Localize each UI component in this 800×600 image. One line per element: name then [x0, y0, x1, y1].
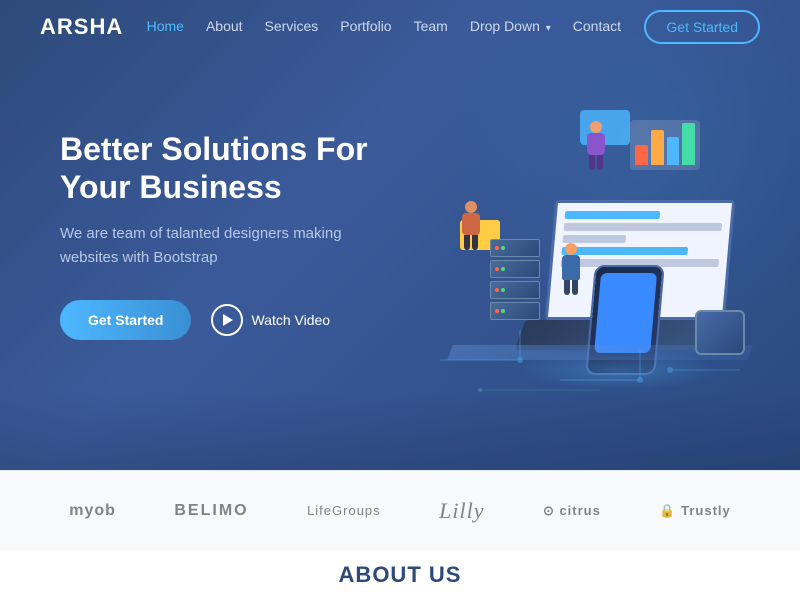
person-head-2 — [465, 201, 477, 213]
server-dot-red-3 — [495, 288, 499, 292]
hero-title: Better Solutions For Your Business — [60, 130, 380, 207]
person-figure-3 — [587, 121, 605, 170]
brand-lilly: Lilly — [439, 498, 484, 524]
hero-content: Better Solutions For Your Business We ar… — [0, 130, 380, 341]
nav-link-about[interactable]: About — [206, 18, 243, 34]
person-body-3 — [587, 133, 605, 155]
brand-myob: myob — [69, 502, 116, 520]
nav-item-contact[interactable]: Contact — [573, 18, 621, 36]
chart-bar-3 — [667, 137, 680, 165]
nav-item-services[interactable]: Services — [265, 18, 319, 36]
watch-video-label: Watch Video — [251, 312, 330, 328]
server-dot-green — [501, 246, 505, 250]
person-legs-1 — [564, 280, 578, 295]
server-dot-red-2 — [495, 267, 499, 271]
hero-subtitle: We are team of talanted designers making… — [60, 222, 380, 270]
server-unit-3 — [490, 281, 540, 299]
person-figure-2 — [462, 201, 480, 250]
get-started-button[interactable]: Get Started — [60, 300, 191, 340]
screen-bar-2 — [564, 223, 723, 231]
hero-section: Better Solutions For Your Business We ar… — [0, 0, 800, 470]
iso-scene — [380, 50, 800, 450]
chart-box — [630, 120, 700, 170]
nav-link-services[interactable]: Services — [265, 18, 319, 34]
brands-bar: myob BELIMO LifeGroups Lilly ⊙ citrus 🔒 … — [0, 470, 800, 550]
person-figure-1 — [562, 243, 580, 295]
nav-item-about[interactable]: About — [206, 18, 243, 36]
person-leg-3a — [589, 155, 595, 170]
person-leg-1b — [572, 280, 578, 295]
person-body-1 — [562, 255, 580, 280]
hero-buttons: Get Started Watch Video — [60, 300, 380, 340]
nav-link-home[interactable]: Home — [147, 18, 184, 34]
nav-item-portfolio[interactable]: Portfolio — [340, 18, 391, 36]
screen-bar-3 — [562, 235, 626, 243]
brand-citrus: ⊙ citrus — [543, 503, 601, 519]
person-head-3 — [590, 121, 602, 133]
nav-link-dropdown[interactable]: Drop Down ▾ — [470, 18, 551, 34]
brand-trustly: 🔒 Trustly — [659, 503, 730, 519]
nav-link-contact[interactable]: Contact — [573, 18, 621, 34]
person-legs-3 — [589, 155, 603, 170]
person-leg-2a — [464, 235, 470, 250]
server-dot-red — [495, 246, 499, 250]
screen-bar-4 — [561, 247, 688, 255]
server-unit-1 — [490, 239, 540, 257]
screen-bar-1 — [565, 211, 660, 219]
play-triangle — [223, 314, 233, 326]
nav-link-portfolio[interactable]: Portfolio — [340, 18, 391, 34]
nav-item-home[interactable]: Home — [147, 18, 184, 36]
chart-bar-2 — [651, 130, 664, 165]
person-body-2 — [462, 213, 480, 235]
logo[interactable]: ARSHA — [40, 14, 123, 40]
nav-cta-button[interactable]: Get Started — [644, 10, 760, 44]
nav-item-team[interactable]: Team — [414, 18, 448, 36]
brand-lifegroups: LifeGroups — [307, 503, 381, 518]
navbar: ARSHA Home About Services Portfolio Team… — [0, 0, 800, 54]
nav-link-team[interactable]: Team — [414, 18, 448, 34]
about-title: ABOUT US — [339, 562, 462, 588]
person-legs-2 — [464, 235, 478, 250]
person-leg-2b — [472, 235, 478, 250]
server-dot-green-3 — [501, 288, 505, 292]
device-box — [695, 310, 745, 355]
person-leg-1a — [564, 280, 570, 295]
watch-video-button[interactable]: Watch Video — [211, 304, 330, 336]
nav-links: Home About Services Portfolio Team Drop … — [147, 18, 621, 36]
hero-illustration — [380, 50, 800, 450]
chevron-down-icon: ▾ — [546, 23, 551, 34]
play-icon — [211, 304, 243, 336]
person-head-1 — [565, 243, 577, 255]
server-dot-green-2 — [501, 267, 505, 271]
chart-bar-4 — [682, 123, 695, 165]
person-leg-3b — [597, 155, 603, 170]
brand-belimo: BELIMO — [174, 502, 248, 520]
chart-bar-1 — [635, 145, 648, 165]
nav-item-dropdown[interactable]: Drop Down ▾ — [470, 18, 551, 36]
server-stack — [490, 239, 540, 320]
about-section: ABOUT US — [0, 550, 800, 600]
server-unit-2 — [490, 260, 540, 278]
